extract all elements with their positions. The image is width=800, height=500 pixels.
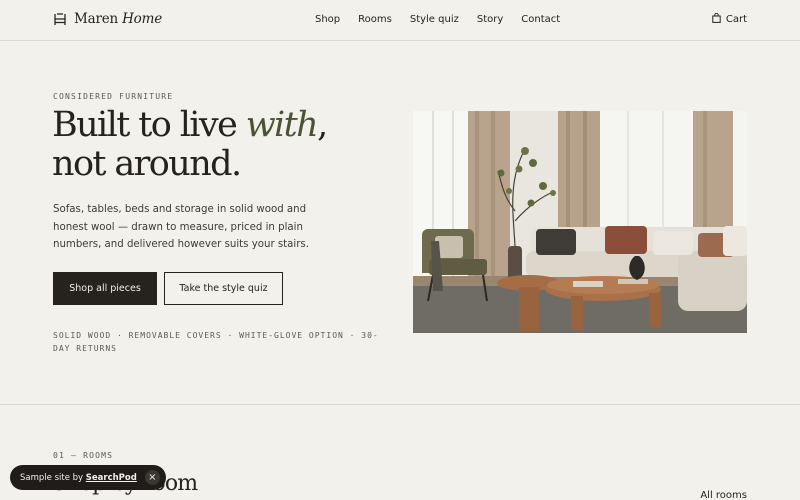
- hero-headline: Built to live with, not around.: [52, 105, 328, 184]
- rooms-eyebrow: 01 — ROOMS: [53, 451, 114, 460]
- main-nav: Shop Rooms Style quiz Story Contact: [315, 14, 560, 25]
- section-divider: [0, 404, 800, 405]
- close-icon[interactable]: ×: [144, 470, 160, 485]
- nav-link-story[interactable]: Story: [477, 14, 503, 25]
- bag-icon: [712, 12, 721, 26]
- toast-brand-link[interactable]: SearchPod: [86, 473, 137, 483]
- top-nav: Maren Home Shop Rooms Style quiz Story C…: [0, 0, 800, 41]
- cart-link[interactable]: Cart: [712, 12, 747, 26]
- chair-icon: [53, 12, 67, 26]
- nav-link-style-quiz[interactable]: Style quiz: [410, 14, 459, 25]
- nav-link-contact[interactable]: Contact: [521, 14, 560, 25]
- nav-link-shop[interactable]: Shop: [315, 14, 340, 25]
- style-quiz-button[interactable]: Take the style quiz: [164, 272, 283, 305]
- cart-label: Cart: [725, 14, 747, 25]
- feature-list: SOLID WOOD · REMOVABLE COVERS · WHITE-GL…: [53, 331, 379, 353]
- brand-name: Maren Home: [74, 11, 163, 27]
- shop-all-button[interactable]: Shop all pieces: [53, 272, 157, 305]
- all-rooms-link[interactable]: All rooms: [700, 490, 747, 500]
- toast-text: Sample site by SearchPod: [20, 472, 137, 483]
- brand-logo[interactable]: Maren Home: [53, 11, 162, 27]
- hero-intro: Sofas, tables, beds and storage in solid…: [53, 204, 309, 250]
- hero-image: [413, 111, 747, 333]
- sample-site-toast: Sample site by SearchPod ×: [10, 465, 166, 490]
- nav-link-rooms[interactable]: Rooms: [358, 14, 392, 25]
- hero-eyebrow: CONSIDERED FURNITURE: [53, 92, 174, 101]
